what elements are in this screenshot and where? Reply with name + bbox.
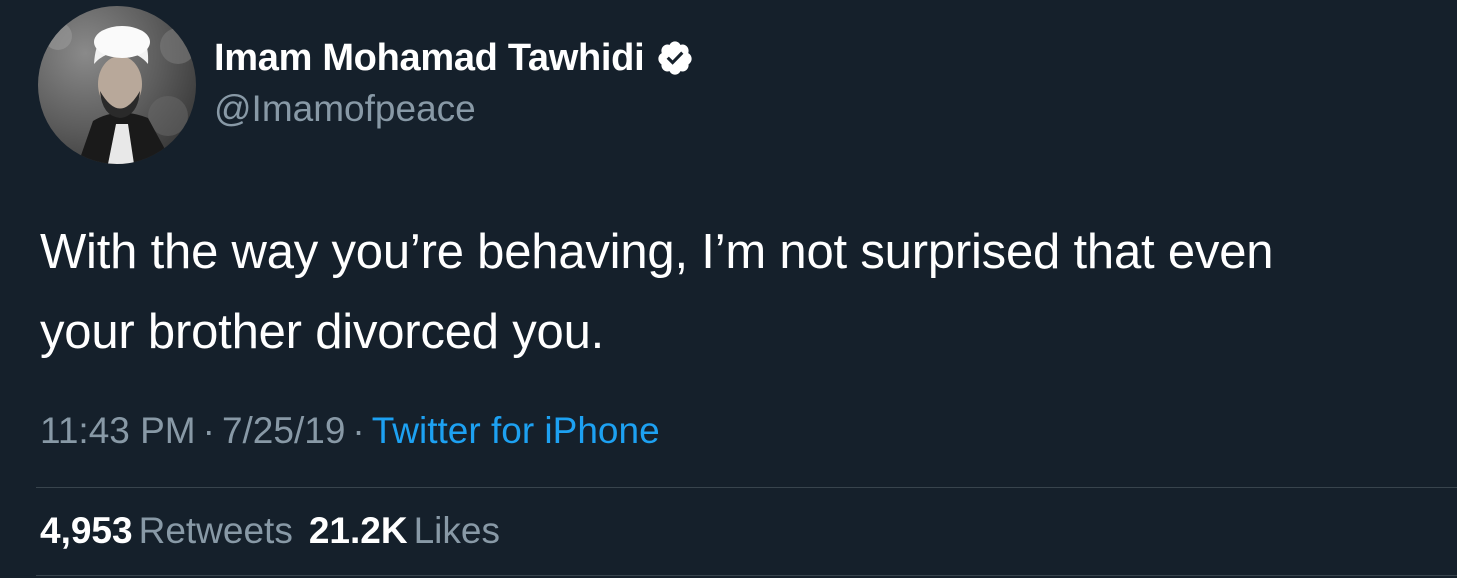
tweet-text-line: With the way you’re behaving, I’m not su…	[40, 225, 1274, 279]
retweets-label: Retweets	[138, 510, 293, 551]
verified-badge-icon	[656, 39, 694, 77]
divider	[36, 487, 1457, 488]
tweet-meta: 11:43 PM · 7/25/19 · Twitter for iPhone	[40, 410, 660, 452]
tweet-text-line: your brother divorced you.	[40, 305, 605, 359]
retweets-count: 4,953	[40, 510, 133, 551]
likes-label: Likes	[413, 510, 500, 551]
author-display-name[interactable]: Imam Mohamad Tawhidi	[214, 37, 645, 80]
likes-count: 21.2K	[308, 510, 408, 551]
tweet-time[interactable]: 11:43 PM	[40, 410, 196, 451]
tweet-detail: Imam Mohamad Tawhidi @Imamofpeace With t…	[0, 0, 1457, 578]
meta-separator: ·	[202, 410, 215, 451]
likes-stat[interactable]: 21.2K Likes	[309, 510, 500, 552]
tweet-date[interactable]: 7/25/19	[222, 410, 345, 451]
author-avatar[interactable]	[38, 6, 196, 164]
author-handle[interactable]: @Imamofpeace	[214, 88, 476, 130]
tweet-stats: 4,953 Retweets 21.2K Likes	[40, 510, 500, 552]
avatar-photo-icon	[38, 6, 196, 164]
retweets-stat[interactable]: 4,953 Retweets	[40, 510, 293, 552]
author-name-row[interactable]: Imam Mohamad Tawhidi	[214, 34, 694, 82]
tweet-source-link[interactable]: Twitter for iPhone	[372, 410, 660, 451]
divider	[36, 575, 1457, 576]
meta-separator: ·	[352, 410, 365, 451]
tweet-text: With the way you’re behaving, I’m not su…	[40, 212, 1440, 372]
